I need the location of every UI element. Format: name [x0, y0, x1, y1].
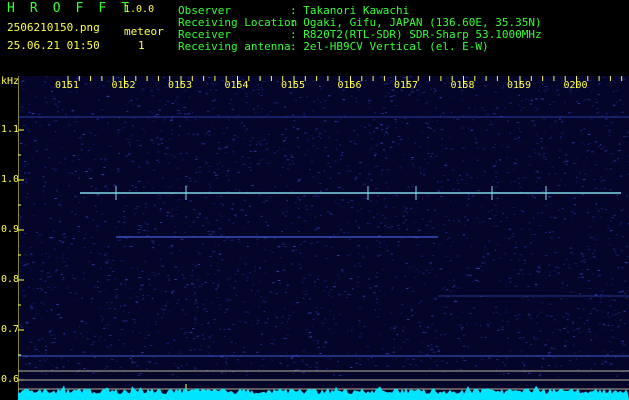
x-tick-label: 0158: [450, 80, 475, 91]
app-title: H R O F F T: [7, 1, 133, 16]
capture-datetime: 25.06.21 01:50: [7, 39, 100, 52]
x-tick-label: 0153: [168, 80, 193, 91]
y-tick-label: 0.7: [1, 324, 20, 335]
x-tick-label: 0159: [507, 80, 532, 91]
info-key-antenna: Receiving antenna: [178, 40, 291, 53]
x-tick-label: 0152: [111, 80, 136, 91]
x-tick-label: 0200: [563, 80, 588, 91]
info-value-antenna: : 2el-HB9CV Vertical (el. E-W): [290, 40, 489, 53]
y-axis-unit: kHz: [1, 76, 20, 87]
y-tick-label: 0.9: [1, 224, 20, 235]
y-tick-label: 1.0: [1, 174, 20, 185]
y-tick-label: 1.1: [1, 124, 20, 135]
meteor-label: meteor: [124, 25, 164, 38]
spectrogram-background: [18, 76, 629, 400]
y-tick-label: 0.8: [1, 274, 20, 285]
y-tick-label: 0.6: [1, 374, 20, 385]
spectrogram-plot: [18, 76, 629, 400]
x-tick-label: 0154: [224, 80, 249, 91]
app-version: 1.0.0: [124, 4, 155, 15]
x-tick-label: 0157: [394, 80, 419, 91]
meteor-count: 1: [138, 39, 145, 52]
x-tick-label: 0156: [337, 80, 362, 91]
capture-filename: 2506210150.png: [7, 21, 100, 34]
x-tick-label: 0151: [55, 80, 80, 91]
header-panel: H R O F F T 1.0.0 2506210150.png 25.06.2…: [0, 0, 629, 76]
x-tick-label: 0155: [281, 80, 306, 91]
